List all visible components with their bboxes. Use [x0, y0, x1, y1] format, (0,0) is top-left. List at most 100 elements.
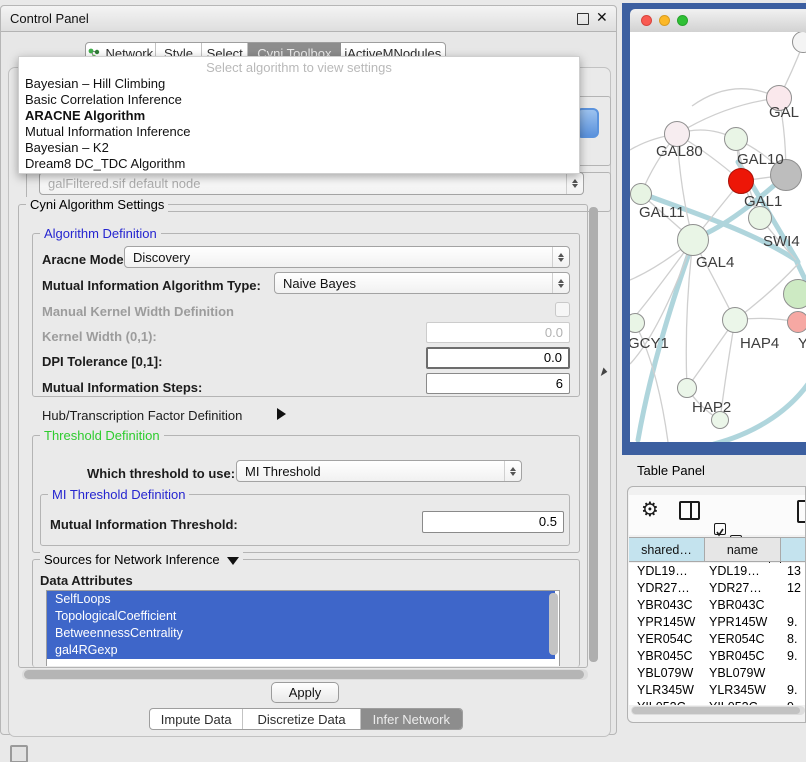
table-cell[interactable]: YLR345W: [637, 683, 694, 697]
table-cell[interactable]: YDR27…: [709, 581, 762, 595]
tab-infer-network-label: Infer Network: [373, 712, 450, 727]
network-node[interactable]: [630, 183, 652, 205]
table-cell[interactable]: YER054C: [637, 632, 693, 646]
column-header-name[interactable]: name: [705, 537, 781, 562]
node-table-combo[interactable]: galFiltered.sif default node: [39, 172, 584, 195]
manual-kernel-checkbox[interactable]: [555, 302, 570, 317]
collapse-arrow-icon[interactable]: [277, 408, 286, 420]
network-node[interactable]: [722, 307, 748, 333]
algorithm-definition-title: Algorithm Definition: [40, 226, 161, 241]
dropdown-item[interactable]: Mutual Information Inference: [25, 124, 190, 139]
table-cell[interactable]: YLR345W: [709, 683, 766, 697]
dropdown-item[interactable]: Bayesian – K2: [25, 140, 109, 155]
list-scrollbar[interactable]: [549, 593, 558, 655]
tab-discretize-data[interactable]: Discretize Data: [243, 709, 360, 729]
split-view-icon[interactable]: [679, 501, 700, 520]
settings-hscroll-track[interactable]: [22, 669, 588, 680]
table-cell[interactable]: YDL19…: [709, 564, 760, 578]
hub-section-label[interactable]: Hub/Transcription Factor Definition: [42, 408, 242, 423]
list-item[interactable]: SelfLoops: [47, 591, 555, 608]
document-icon[interactable]: [797, 500, 806, 523]
tab-impute-data-label: Impute Data: [161, 712, 232, 727]
tab-discretize-data-label: Discretize Data: [257, 712, 345, 727]
network-canvas[interactable]: GAL GAL80 GAL10 GAL1 GAL11 SWI4 GAL4 GCY…: [630, 32, 806, 442]
table-cell[interactable]: 8.: [787, 632, 797, 646]
apply-button[interactable]: Apply: [271, 682, 339, 703]
column-header-clipped[interactable]: [781, 537, 806, 562]
algorithm-dropdown-placeholder: Select algorithm to view settings: [19, 60, 579, 75]
threshold-title: Threshold Definition: [40, 428, 164, 443]
manual-kernel-label: Manual Kernel Width Definition: [42, 304, 234, 319]
network-node-selected[interactable]: [728, 168, 754, 194]
float-icon[interactable]: [577, 13, 589, 25]
aracne-mode-combo[interactable]: Discovery: [124, 246, 570, 268]
column-header-shared[interactable]: shared…: [629, 537, 705, 562]
table-cell[interactable]: YIL052C: [709, 700, 758, 705]
network-node[interactable]: [724, 127, 748, 151]
screen: Control Panel ✕ Network Style Select Cyn…: [0, 0, 806, 762]
table-cell[interactable]: YBR045C: [637, 649, 693, 663]
table-cell[interactable]: YBL079W: [709, 666, 765, 680]
gear-icon[interactable]: ⚙: [641, 497, 659, 522]
table-cell[interactable]: 9.: [787, 649, 797, 663]
aracne-mode-label: Aracne Mode:: [42, 252, 128, 267]
table-cell[interactable]: YBR043C: [709, 598, 765, 612]
control-panel-titlebar[interactable]: Control Panel ✕: [1, 6, 616, 32]
tab-impute-data[interactable]: Impute Data: [150, 709, 243, 729]
cyni-settings-title: Cyni Algorithm Settings: [26, 197, 168, 212]
which-threshold-value: MI Threshold: [245, 464, 504, 479]
table-cell[interactable]: YDL19…: [637, 564, 688, 578]
table-cell[interactable]: YPR145W: [709, 615, 767, 629]
table-cell[interactable]: YBR045C: [709, 649, 765, 663]
dpi-tolerance-field[interactable]: 0.0: [426, 347, 570, 369]
dock-panel-icon[interactable]: [10, 745, 28, 762]
mi-steps-field[interactable]: 6: [426, 373, 570, 394]
table-cell[interactable]: YBR043C: [637, 598, 693, 612]
traffic-light-close-icon[interactable]: [641, 15, 652, 26]
table-cell[interactable]: YBL079W: [637, 666, 693, 680]
traffic-light-zoom-icon[interactable]: [677, 15, 688, 26]
mi-type-combo[interactable]: Naive Bayes: [274, 272, 570, 294]
network-node[interactable]: [677, 378, 697, 398]
node-table-combo-value: galFiltered.sif default node: [48, 176, 566, 191]
network-node[interactable]: [787, 311, 806, 333]
network-node[interactable]: [783, 279, 806, 309]
table-hscroll-thumb[interactable]: [632, 707, 800, 714]
which-threshold-combo[interactable]: MI Threshold: [236, 460, 522, 482]
table-cell[interactable]: 9.: [787, 615, 797, 629]
table-cell[interactable]: YER054C: [709, 632, 765, 646]
combo-stepper-icon: [566, 173, 583, 194]
network-window-titlebar[interactable]: [630, 9, 806, 33]
checkbox-checked-icon[interactable]: [714, 523, 726, 535]
kernel-width-field[interactable]: 0.0: [426, 322, 570, 343]
network-node[interactable]: [677, 224, 709, 256]
list-item[interactable]: gal4RGexp: [47, 642, 555, 659]
table-hscroll-track[interactable]: [631, 706, 805, 715]
dropdown-item[interactable]: Dream8 DC_TDC Algorithm: [25, 156, 185, 171]
traffic-light-minimize-icon[interactable]: [659, 15, 670, 26]
dropdown-item-selected[interactable]: ARACNE Algorithm: [25, 108, 145, 123]
settings-scrollbar[interactable]: [589, 207, 598, 662]
table-cell[interactable]: YDR27…: [637, 581, 690, 595]
table-cell[interactable]: 9.: [787, 683, 797, 697]
table-body[interactable]: YDL19… YDL19… 13 YDR27… YDR27… 12 YBR043…: [629, 563, 806, 705]
table-cell[interactable]: YIL052C: [637, 700, 686, 705]
node-label: HAP4: [740, 335, 779, 352]
data-attributes-list[interactable]: SelfLoops TopologicalCoefficient Between…: [46, 590, 560, 666]
mi-threshold-field[interactable]: 0.5: [422, 511, 564, 533]
close-icon[interactable]: ✕: [596, 9, 608, 26]
table-toolbar: ⚙: [629, 495, 806, 535]
table-cell[interactable]: 12: [787, 581, 801, 595]
table-cell[interactable]: 9.: [787, 700, 797, 705]
tab-infer-network[interactable]: Infer Network: [361, 709, 462, 729]
node-label: GCY1: [630, 335, 669, 352]
list-item[interactable]: TopologicalCoefficient: [47, 608, 555, 625]
dropdown-item[interactable]: Bayesian – Hill Climbing: [25, 76, 165, 91]
table-cell[interactable]: 13: [787, 564, 801, 578]
node-label: GAL1: [744, 193, 782, 210]
list-item[interactable]: BetweennessCentrality: [47, 625, 555, 642]
dropdown-item[interactable]: Basic Correlation Inference: [25, 92, 182, 107]
table-cell[interactable]: YPR145W: [637, 615, 695, 629]
settings-hscroll-thumb[interactable]: [24, 670, 584, 679]
sources-title[interactable]: Sources for Network Inference: [40, 552, 243, 567]
